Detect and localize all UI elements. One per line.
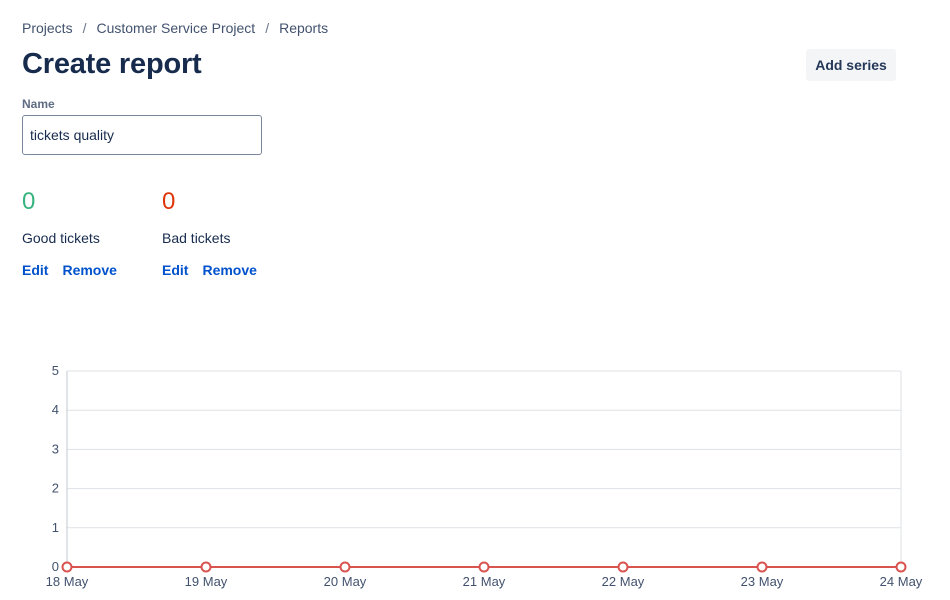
series-good-tickets: 0 Good tickets Edit Remove bbox=[22, 188, 117, 278]
data-point bbox=[756, 561, 768, 573]
breadcrumb-reports[interactable]: Reports bbox=[279, 20, 328, 36]
x-tick-label: 22 May bbox=[602, 574, 645, 589]
series-count: 0 bbox=[22, 188, 36, 215]
y-tick-label: 2 bbox=[52, 481, 59, 496]
edit-series-button[interactable]: Edit bbox=[162, 262, 188, 278]
y-tick-label: 3 bbox=[52, 441, 59, 456]
series-count: 0 bbox=[162, 188, 176, 215]
data-point bbox=[61, 561, 73, 573]
line-chart: 0 1 2 3 4 5 18 May 19 May 20 May 21 May 22 May 23 M… bbox=[46, 363, 923, 589]
data-point bbox=[339, 561, 351, 573]
series-bad-tickets: 0 Bad tickets Edit Remove bbox=[162, 188, 257, 278]
x-tick-label: 23 May bbox=[741, 574, 784, 589]
name-input[interactable] bbox=[22, 115, 262, 155]
breadcrumb-separator: / bbox=[82, 20, 87, 36]
breadcrumb-projects[interactable]: Projects bbox=[22, 20, 73, 36]
breadcrumb: Projects / Customer Service Project / Re… bbox=[22, 20, 328, 36]
name-field-label: Name bbox=[22, 97, 55, 111]
breadcrumb-customer-service-project[interactable]: Customer Service Project bbox=[96, 20, 255, 36]
data-point bbox=[617, 561, 629, 573]
remove-series-button[interactable]: Remove bbox=[202, 262, 256, 278]
x-tick-label: 19 May bbox=[185, 574, 228, 589]
x-tick-label: 18 May bbox=[46, 574, 89, 589]
series-actions: Edit Remove bbox=[162, 262, 257, 278]
add-series-button[interactable]: Add series bbox=[806, 49, 896, 81]
data-point bbox=[200, 561, 212, 573]
breadcrumb-separator: / bbox=[265, 20, 270, 36]
data-point bbox=[478, 561, 490, 573]
remove-series-button[interactable]: Remove bbox=[62, 262, 116, 278]
series-label: Bad tickets bbox=[162, 230, 231, 246]
edit-series-button[interactable]: Edit bbox=[22, 262, 48, 278]
page-title: Create report bbox=[22, 48, 202, 80]
data-point bbox=[895, 561, 907, 573]
y-tick-label: 4 bbox=[52, 402, 59, 417]
y-tick-label: 5 bbox=[52, 363, 59, 378]
x-tick-label: 24 May bbox=[880, 574, 923, 589]
y-tick-label: 1 bbox=[52, 520, 59, 535]
series-actions: Edit Remove bbox=[22, 262, 117, 278]
series-label: Good tickets bbox=[22, 230, 100, 246]
x-tick-label: 21 May bbox=[463, 574, 506, 589]
x-tick-label: 20 May bbox=[324, 574, 367, 589]
y-tick-label: 0 bbox=[52, 559, 59, 574]
